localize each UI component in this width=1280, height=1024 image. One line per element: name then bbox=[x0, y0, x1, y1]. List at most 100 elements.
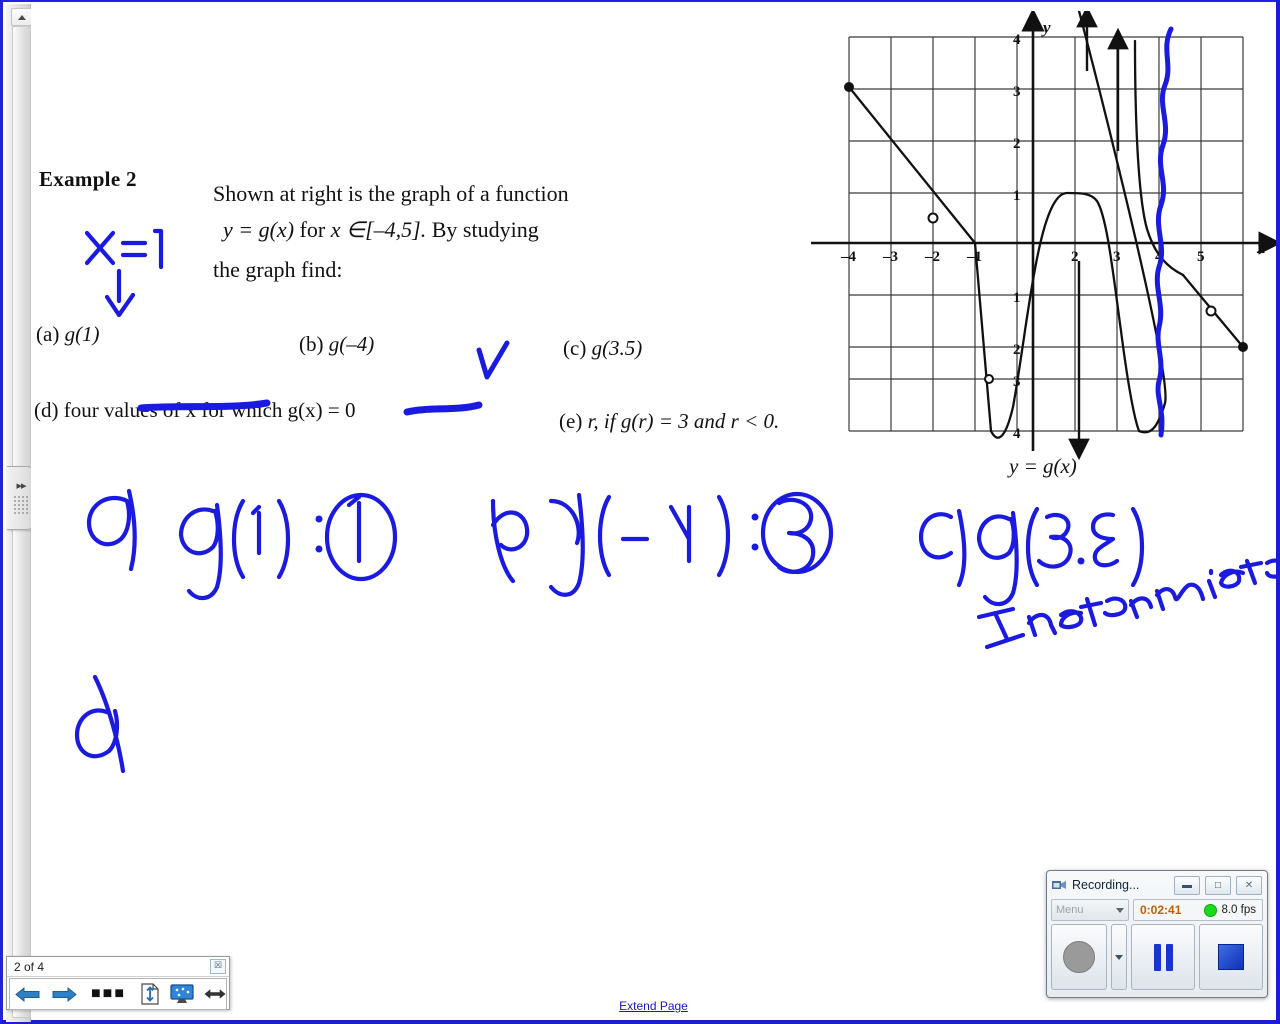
restore-icon[interactable]: □ bbox=[1205, 875, 1231, 895]
svg-text:4: 4 bbox=[1013, 426, 1021, 442]
svg-text:2: 2 bbox=[1071, 249, 1079, 265]
monitor-icon bbox=[170, 984, 194, 1003]
svg-text:1: 1 bbox=[1013, 290, 1021, 306]
page-title: Example 2 bbox=[39, 167, 137, 191]
page-height-icon bbox=[141, 983, 159, 1005]
question-e-text: r, if g(r) = 3 and r < 0. bbox=[587, 409, 780, 433]
presentation-mode-button[interactable] bbox=[165, 980, 199, 1008]
question-a: (a) g(1) bbox=[36, 322, 100, 347]
minimize-icon[interactable]: ▬ bbox=[1174, 875, 1200, 895]
svg-text:4: 4 bbox=[1013, 32, 1021, 48]
question-b-text: g(–4) bbox=[328, 332, 375, 356]
ellipsis-icon: ■■■ bbox=[91, 985, 126, 1002]
ink-underline-gx-equals-0 bbox=[403, 340, 510, 416]
graph-axes bbox=[811, 8, 1276, 451]
question-e: (e) r, if g(r) = 3 and r < 0. bbox=[559, 409, 779, 434]
stem-domain: x ∈[–4,5]. bbox=[330, 217, 427, 242]
svg-text:x: x bbox=[1256, 238, 1266, 257]
svg-text:2: 2 bbox=[1013, 136, 1021, 152]
left-arrow-icon bbox=[15, 986, 40, 1002]
application-window: ▸▸ Example 2 Shown at right is the graph… bbox=[0, 0, 1280, 1024]
problem-stem-line-3: the graph find: bbox=[213, 257, 343, 282]
svg-text:–4: –4 bbox=[840, 249, 857, 265]
question-d: (d) four values of x for which g(x) = 0 bbox=[34, 398, 356, 423]
ink-answer-d bbox=[74, 674, 126, 774]
figure-caption: y = g(x) bbox=[1007, 454, 1077, 478]
width-arrow-icon bbox=[204, 989, 226, 999]
ink-answer-a bbox=[86, 488, 398, 601]
record-circle-icon bbox=[1063, 941, 1096, 973]
grip-dots-icon bbox=[13, 495, 29, 515]
previous-page-button[interactable] bbox=[10, 980, 46, 1008]
next-page-button[interactable] bbox=[46, 980, 82, 1008]
stop-square-icon bbox=[1218, 944, 1245, 970]
problem-stem-line-2: y = g(x) for x ∈[–4,5]. By studying bbox=[223, 217, 539, 243]
fps-indicator: 8.0 fps bbox=[1204, 903, 1256, 917]
pause-bars-icon bbox=[1153, 943, 1173, 971]
question-b-tag: (b) bbox=[299, 332, 324, 356]
elapsed-time: 0:02:41 bbox=[1140, 903, 1182, 917]
recorder-statusbar: Menu 0:02:41 8.0 fps bbox=[1051, 899, 1263, 921]
question-d-tag: (d) bbox=[34, 398, 59, 422]
svg-text:–3: –3 bbox=[882, 249, 898, 265]
graph-function-curve bbox=[847, 9, 1245, 439]
graph-closed-points bbox=[844, 82, 1248, 352]
triangle-up-icon bbox=[18, 14, 26, 20]
graph-gridlines bbox=[848, 36, 1244, 432]
question-d-text: four values of x for which g(x) = 0 bbox=[63, 398, 356, 422]
question-c-tag: (c) bbox=[563, 336, 587, 360]
svg-text:1: 1 bbox=[1013, 188, 1021, 204]
right-arrow-icon bbox=[52, 986, 77, 1002]
function-graph-figure: –4 –3 –2 –1 2 3 4 5 4 3 2 1 1 2 3 4 x y … bbox=[791, 5, 1276, 481]
fps-value: 8.0 fps bbox=[1221, 904, 1256, 916]
chevron-down-icon bbox=[1115, 954, 1124, 960]
stem-bystudying: By studying bbox=[431, 217, 539, 242]
recording-toolbar[interactable]: Recording... ▬ □ ✕ Menu 0:02:41 8.0 fps bbox=[1046, 870, 1268, 998]
svg-text:–2: –2 bbox=[924, 249, 940, 265]
fit-page-height-button[interactable] bbox=[135, 980, 165, 1008]
question-a-text: g(1) bbox=[64, 322, 100, 346]
svg-text:2: 2 bbox=[1013, 342, 1021, 358]
left-scroll-strip: ▸▸ bbox=[6, 4, 36, 1022]
question-e-tag: (e) bbox=[559, 409, 583, 433]
close-icon[interactable]: ☒ bbox=[210, 959, 226, 974]
question-c: (c) g(3.5) bbox=[563, 336, 642, 361]
page-counter: 2 of 4 bbox=[14, 959, 45, 974]
record-button[interactable] bbox=[1051, 924, 1108, 990]
ink-annotation-x-equals-1 bbox=[84, 228, 164, 318]
chevron-double-right-icon: ▸▸ bbox=[16, 480, 26, 492]
svg-text:y: y bbox=[1041, 18, 1051, 37]
recorder-readout: 0:02:41 8.0 fps bbox=[1133, 899, 1263, 921]
recording-status-led-icon bbox=[1204, 903, 1218, 917]
more-options-button[interactable]: ■■■ bbox=[86, 980, 131, 1008]
stop-button[interactable] bbox=[1199, 924, 1263, 990]
page-canvas[interactable]: Example 2 Shown at right is the graph of… bbox=[31, 5, 1276, 1017]
camera-app-icon bbox=[1052, 881, 1066, 889]
page-navigator-toolbar: ■■■ bbox=[9, 978, 227, 1010]
record-options-button[interactable] bbox=[1111, 924, 1128, 990]
question-a-tag: (a) bbox=[36, 322, 60, 346]
page-navigator-header: 2 of 4 ☒ bbox=[7, 957, 229, 977]
fit-page-width-button[interactable] bbox=[199, 980, 231, 1008]
graph-svg: –4 –3 –2 –1 2 3 4 5 4 3 2 1 1 2 3 4 x y … bbox=[811, 5, 1276, 478]
question-b: (b) g(–4) bbox=[299, 332, 374, 357]
svg-text:5: 5 bbox=[1197, 249, 1205, 265]
svg-text:–1: –1 bbox=[966, 249, 982, 265]
page-navigator[interactable]: 2 of 4 ☒ ■■■ bbox=[6, 956, 230, 1010]
svg-text:3: 3 bbox=[1113, 249, 1121, 265]
pause-button[interactable] bbox=[1131, 924, 1196, 990]
recorder-titlebar: Recording... ▬ □ ✕ bbox=[1050, 874, 1264, 896]
ink-answer-b bbox=[490, 491, 834, 597]
ink-answer-c bbox=[918, 506, 1276, 650]
stem-for-word: for bbox=[299, 217, 326, 242]
recorder-menu-label: Menu bbox=[1056, 904, 1084, 916]
recorder-menu-dropdown[interactable]: Menu bbox=[1051, 899, 1129, 921]
problem-stem-line-1: Shown at right is the graph of a functio… bbox=[213, 181, 569, 206]
stem-function-expression: y = g(x) bbox=[223, 217, 295, 242]
close-icon[interactable]: ✕ bbox=[1236, 875, 1262, 895]
extend-page-link[interactable]: Extend Page bbox=[619, 999, 688, 1013]
chevron-down-icon bbox=[1116, 907, 1124, 913]
svg-text:3: 3 bbox=[1013, 84, 1021, 100]
question-c-text: g(3.5) bbox=[591, 336, 643, 360]
scroll-up-button[interactable] bbox=[11, 8, 33, 26]
